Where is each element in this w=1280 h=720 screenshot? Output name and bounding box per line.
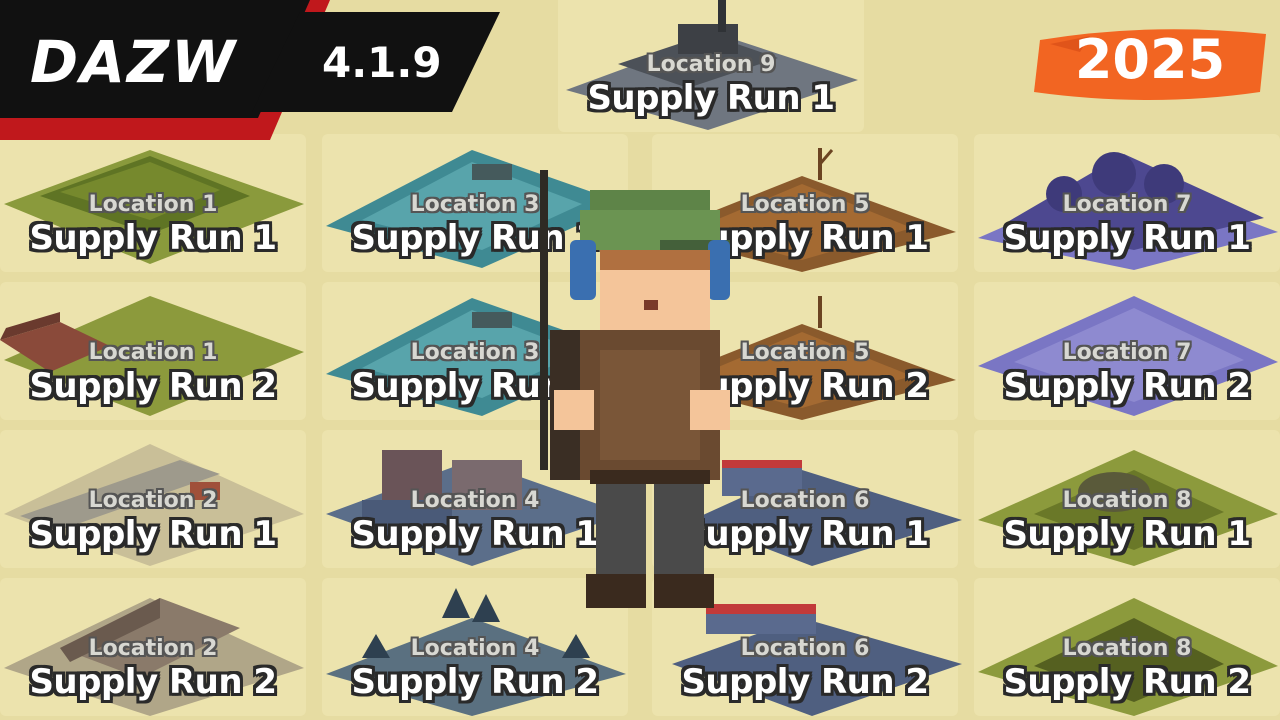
location-label: Location 1 [88,192,218,217]
title-banner: DAZW 4.1.9 [0,0,520,140]
location-card-7-run-2[interactable]: Location 7 Supply Run 2 [974,282,1280,420]
supply-run-label: Supply Run 2 [351,662,599,702]
year-badge: 2025 [1030,22,1270,102]
supply-run-label: Supply Run 1 [29,218,277,258]
location-label: Location 2 [88,488,218,513]
location-label: Location 7 [1062,192,1192,217]
location-card-1-run-2[interactable]: Location 1 Supply Run 2 [0,282,306,420]
location-label: Location 8 [1062,488,1192,513]
location-card-9-run-1[interactable]: Location 9 Supply Run 1 [558,0,864,132]
year-label: 2025 [1074,28,1226,91]
location-label: Location 4 [410,636,540,661]
location-label: Location 6 [740,636,870,661]
location-label: Location 9 [646,52,776,77]
supply-run-label: Supply Run 2 [681,662,929,702]
soldier-character [540,170,730,608]
location-card-7-run-1[interactable]: Location 7 Supply Run 1 [974,134,1280,272]
supply-run-label: Supply Run 1 [1003,514,1251,554]
supply-run-label: Supply Run 2 [29,366,277,406]
location-label: Location 8 [1062,636,1192,661]
location-card-2-run-1[interactable]: Location 2 Supply Run 1 [0,430,306,568]
location-card-2-run-2[interactable]: Location 2 Supply Run 2 [0,578,306,716]
supply-run-label: Supply Run 2 [29,662,277,702]
location-label: Location 2 [88,636,218,661]
supply-run-label: Supply Run 2 [1003,366,1251,406]
supply-run-label: Supply Run 1 [1003,218,1251,258]
location-label: Location 7 [1062,340,1192,365]
supply-run-label: Supply Run 1 [29,514,277,554]
location-card-8-run-1[interactable]: Location 8 Supply Run 1 [974,430,1280,568]
supply-run-label: Supply Run 1 [587,78,835,118]
game-title: DAZW [30,28,238,96]
location-card-1-run-1[interactable]: Location 1 Supply Run 1 [0,134,306,272]
location-label: Location 1 [88,340,218,365]
location-card-8-run-2[interactable]: Location 8 Supply Run 2 [974,578,1280,716]
version-label: 4.1.9 [322,38,442,87]
supply-run-label: Supply Run 2 [1003,662,1251,702]
